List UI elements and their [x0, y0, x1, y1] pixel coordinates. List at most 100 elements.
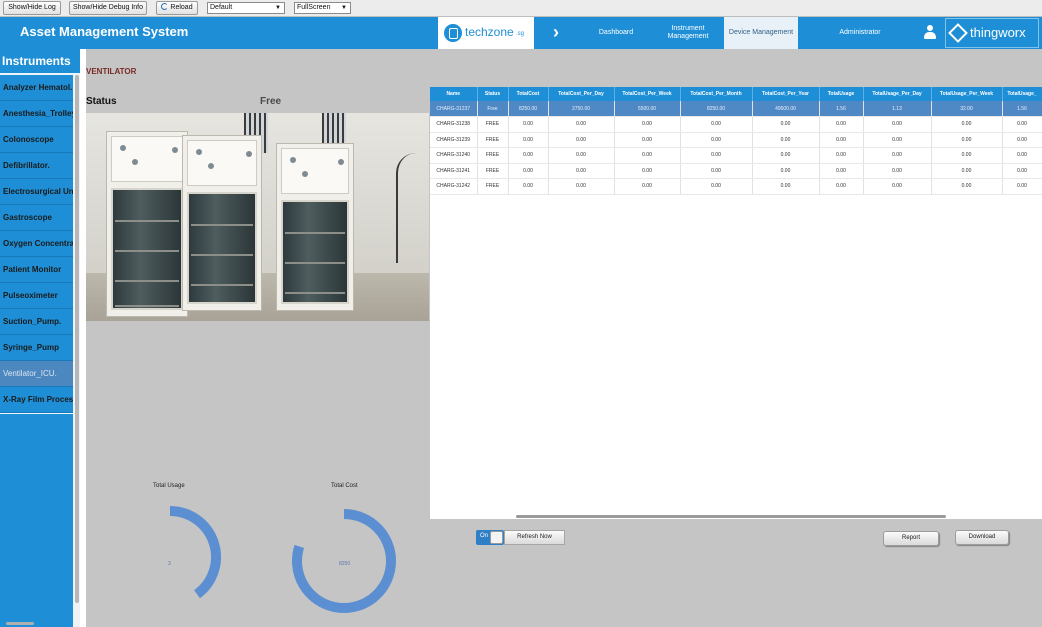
table-row[interactable]: CHARG-31240 FREE 0.00 0.00 0.00 0.00 0.00 0.00 0… [430, 147, 1042, 164]
thingworx-logo-text: thingworx [970, 25, 1026, 40]
table-cell: 0.00 [863, 116, 932, 133]
nav-device-management[interactable]: Device Management [724, 17, 798, 49]
table-cell: FREE [477, 163, 509, 179]
sidebar-item-electrosurgical-unit[interactable]: Electrosurgical Unit [0, 179, 73, 205]
device-section-title: VENTILATOR [86, 67, 137, 76]
table-cell: 0.00 [614, 178, 681, 195]
mashup-select-value: Default [210, 4, 233, 11]
table-cell: 1.56 [1002, 101, 1042, 117]
reload-icon [161, 3, 169, 10]
show-hide-debug-button[interactable]: Show/Hide Debug Info [69, 1, 147, 15]
table-cell: FREE [477, 178, 509, 195]
toggle-knob[interactable] [490, 531, 503, 544]
sidebar-horizontal-scrollbar[interactable] [6, 622, 34, 625]
table-cell: 0.00 [508, 178, 549, 195]
table-cell: 0.00 [508, 116, 549, 133]
total-usage-value: 3 [168, 561, 171, 567]
column-header[interactable]: TotalCost_Per_Month [680, 87, 753, 101]
table-cell: 0.00 [752, 132, 820, 148]
column-header[interactable]: TotalUsage [819, 87, 864, 101]
table-row[interactable]: CHARG-31239 FREE 0.00 0.00 0.00 0.00 0.00 0.00 0… [430, 132, 1042, 148]
user-icon[interactable] [924, 25, 936, 39]
sidebar-item-pulseoximeter[interactable]: Pulseoximeter [0, 283, 73, 309]
sidebar-item-xray-film-processor[interactable]: X-Ray Film Proces... [0, 387, 73, 413]
table-cell: 0.00 [752, 163, 820, 179]
table-row[interactable]: CHARG-31238 FREE 0.00 0.00 0.00 0.00 0.00 0.00 0… [430, 116, 1042, 133]
refresh-now-button[interactable]: Refresh Now [504, 530, 565, 545]
table-row[interactable]: CHARG-31242 FREE 0.00 0.00 0.00 0.00 0.00 0.00 0… [430, 178, 1042, 195]
table-cell: 0.00 [548, 178, 615, 195]
table-horizontal-scrollbar[interactable] [516, 515, 946, 518]
nav-dashboard[interactable]: Dashboard [588, 17, 644, 49]
column-header[interactable]: TotalUsage_Per_Week [931, 87, 1003, 101]
techzone-logo: techzone .sg [438, 17, 534, 49]
table-cell: 0.00 [931, 163, 1003, 179]
report-button[interactable]: Report [883, 531, 939, 546]
table-body: CHARG-31237 Free 8250.00 2750.00 5500.00 8250… [430, 101, 1042, 195]
sidebar-item-analyzer-hematology[interactable]: Analyzer Hematol... [0, 75, 73, 101]
table-cell: 0.00 [752, 147, 820, 164]
table-cell: 0.00 [819, 163, 864, 179]
table-cell: 0.00 [1002, 163, 1042, 179]
table-cell: 0.00 [548, 132, 615, 148]
table-row[interactable]: CHARG-31241 FREE 0.00 0.00 0.00 0.00 0.00 0.00 0… [430, 163, 1042, 179]
table-cell: 0.00 [548, 163, 615, 179]
column-header[interactable]: TotalCost_Per_Year [752, 87, 820, 101]
chevron-right-icon[interactable]: › [553, 22, 559, 43]
reload-button[interactable]: Reload [156, 1, 198, 15]
techzone-logo-suffix: .sg [516, 31, 525, 37]
table-cell: FREE [477, 132, 509, 148]
mode-select-value: FullScreen [297, 4, 331, 11]
total-usage-title: Total Usage [153, 483, 185, 489]
mashup-select[interactable]: Default ▼ [207, 2, 285, 14]
download-button[interactable]: Download [955, 530, 1009, 545]
table-cell: 1.13 [863, 101, 932, 117]
debug-toolbar: Show/Hide Log Show/Hide Debug Info Reloa… [0, 0, 1042, 17]
nav-instrument-management[interactable]: Instrument Management [656, 17, 720, 49]
table-cell: 0.00 [1002, 147, 1042, 164]
nav-administrator[interactable]: Administrator [822, 17, 898, 49]
table-cell: 0.00 [819, 178, 864, 195]
column-header[interactable]: TotalCost_Per_Week [614, 87, 681, 101]
total-cost-gauge [292, 509, 396, 613]
table-cell: 8250.00 [680, 101, 753, 117]
total-usage-arc [169, 506, 221, 599]
phone-icon [444, 24, 462, 42]
sidebar-item-gastroscope[interactable]: Gastroscope [0, 205, 73, 231]
sidebar-item-defibrillator[interactable]: Defibrillator. [0, 153, 73, 179]
table-row[interactable]: CHARG-31237 Free 8250.00 2750.00 5500.00 8250… [430, 101, 1042, 117]
table-cell: 0.00 [931, 132, 1003, 148]
table-cell: 0.00 [680, 147, 753, 164]
column-header[interactable]: TotalUsage_Per_Day [863, 87, 932, 101]
show-hide-log-button[interactable]: Show/Hide Log [3, 1, 61, 15]
column-header[interactable]: TotalUsage_ [1002, 87, 1042, 101]
column-header[interactable]: Status [477, 87, 509, 101]
table-cell: 0.00 [614, 147, 681, 164]
auto-refresh-toggle[interactable]: On [476, 530, 504, 545]
sidebar-item-oxygen-concentrator[interactable]: Oxygen Concentra... [0, 231, 73, 257]
table-cell: 5500.00 [614, 101, 681, 117]
sidebar-item-suction-pump[interactable]: Suction_Pump. [0, 309, 73, 335]
column-header[interactable]: TotalCost_Per_Day [548, 87, 615, 101]
table-cell: 0.00 [680, 116, 753, 133]
thingworx-icon [948, 23, 968, 43]
column-header[interactable]: TotalCost [508, 87, 549, 101]
sidebar-item-colonoscope[interactable]: Colonoscope [0, 127, 73, 153]
sidebar-vertical-scrollbar[interactable] [75, 75, 79, 603]
table-cell: CHARG-31240 [430, 147, 478, 164]
mode-select[interactable]: FullScreen ▼ [294, 2, 351, 14]
table-cell: 0.00 [931, 116, 1003, 133]
table-cell: 0.00 [1002, 178, 1042, 195]
column-header[interactable]: Name [430, 87, 478, 101]
table-cell: 0.00 [863, 132, 932, 148]
sidebar-item-patient-monitor[interactable]: Patient Monitor [0, 257, 73, 283]
table-cell: 0.00 [508, 147, 549, 164]
device-table[interactable]: Name Status TotalCost TotalCost_Per_Day Tota… [430, 87, 1042, 519]
table-cell: 49500.00 [752, 101, 820, 117]
sidebar-item-ventilator-icu[interactable]: Ventilator_ICU. [0, 361, 73, 387]
sidebar-item-anesthesia-trolley[interactable]: Anesthesia_Trolley [0, 101, 73, 127]
status-label: Status [86, 96, 117, 107]
sidebar-item-syringe-pump[interactable]: Syringe_Pump [0, 335, 73, 361]
table-cell: 0.00 [752, 178, 820, 195]
table-cell: 2750.00 [548, 101, 615, 117]
